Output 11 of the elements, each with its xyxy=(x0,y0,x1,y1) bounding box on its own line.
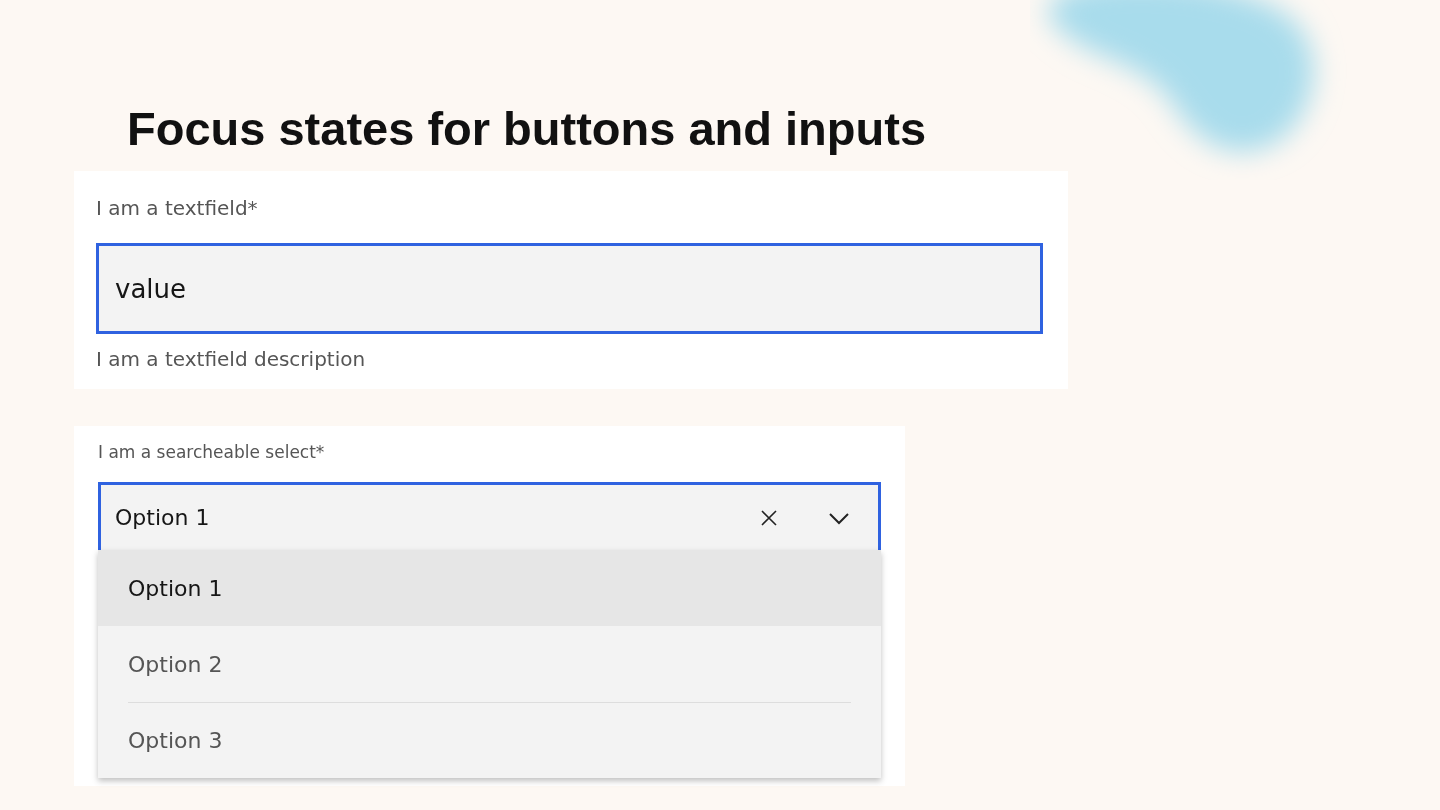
dropdown-option[interactable]: Option 1 xyxy=(98,550,881,626)
dropdown-option[interactable]: Option 3 xyxy=(98,702,881,778)
field-label: I am a searcheable select* xyxy=(98,441,325,464)
slide-title: Focus states for buttons and inputs xyxy=(127,101,927,157)
field-label: I am a textfield* xyxy=(96,195,258,222)
field-description: I am a textfield description xyxy=(96,346,366,373)
clear-icon[interactable] xyxy=(760,508,778,527)
select-field[interactable]: Option 1 xyxy=(98,482,881,550)
dropdown-option[interactable]: Option 2 xyxy=(98,626,881,702)
text-input-field[interactable]: value xyxy=(96,243,1043,334)
chevron-down-icon[interactable] xyxy=(828,510,850,525)
